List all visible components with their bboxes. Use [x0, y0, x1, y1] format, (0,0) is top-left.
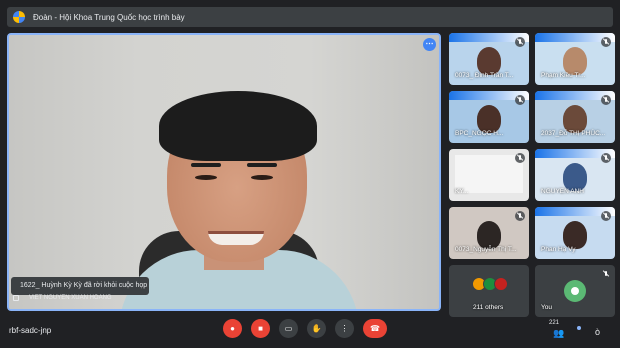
participant-name: Phan Hạ Vy	[541, 246, 576, 253]
pin-icon[interactable]	[13, 295, 19, 301]
mic-off-icon: ●	[230, 324, 235, 333]
participant-tile[interactable]: 0073_Nguyễn Thị T...	[449, 207, 529, 259]
participant-count-badge: 221	[549, 320, 560, 326]
more-options-icon[interactable]: ⋯	[423, 38, 436, 51]
participant-name: 0073_ Đinh Trần T...	[455, 72, 514, 79]
speaker-eye-left	[195, 175, 217, 180]
speaker-name-label: VIET NGUYEN XUAN HOANG	[29, 295, 112, 301]
phone-hangup-icon: ☎	[370, 324, 380, 333]
presentation-icon	[13, 11, 25, 23]
presentation-title: Đoàn - Hội Khoa Trung Quốc học trình bày	[33, 12, 185, 22]
mic-off-icon	[515, 211, 525, 221]
main-speaker-name: VIET NGUYEN XUAN HOANG	[13, 295, 112, 301]
main-video[interactable]: ⋯	[7, 33, 441, 311]
participant-photo	[563, 221, 587, 249]
participant-name: BPC_NGỌC H...	[455, 130, 504, 137]
participant-name: 2037_Đỗ THỊ PHÚC...	[541, 130, 606, 137]
participant-name: Phạm Kiều Tr...	[541, 72, 586, 79]
mic-off-icon	[601, 269, 611, 279]
camera-toggle-button[interactable]: ■	[251, 319, 270, 338]
presentation-banner: Đoàn - Hội Khoa Trung Quốc học trình bày	[7, 7, 613, 27]
mic-off-icon	[601, 37, 611, 47]
participant-photo	[563, 163, 587, 191]
mic-off-icon	[601, 95, 611, 105]
participant-tile[interactable]: Phạm Kiều Tr...	[535, 33, 615, 85]
speaker-mouth	[208, 231, 264, 245]
participant-tile[interactable]: NGUYEN ANH	[535, 149, 615, 201]
mic-off-icon	[515, 37, 525, 47]
participant-tile[interactable]: Phan Hạ Vy	[535, 207, 615, 259]
participant-tile[interactable]: 2037_Đỗ THỊ PHÚC...	[535, 91, 615, 143]
participant-photo	[477, 221, 501, 249]
hand-icon: ✋	[311, 324, 322, 333]
mic-off-icon	[601, 211, 611, 221]
participant-photo	[477, 47, 501, 75]
activity-dot	[577, 326, 581, 330]
speaker-brow-left	[191, 163, 221, 167]
self-label: You	[541, 304, 552, 311]
people-icon[interactable]: 👥	[553, 328, 564, 339]
meeting-code: rbf-sadc-jnp	[9, 326, 52, 335]
others-count: 211 others	[473, 304, 504, 311]
meet-window: Đoàn - Hội Khoa Trung Quốc học trình bày…	[0, 0, 620, 348]
participant-tile[interactable]: KY...	[449, 149, 529, 201]
captions-icon: ▭	[284, 324, 293, 333]
others-tile[interactable]: 211 others	[449, 265, 529, 317]
speaker-eye-right	[251, 175, 273, 180]
more-vert-icon: ⋮	[340, 324, 349, 333]
leave-notification: 1622_ Huỳnh Kỳ Kỳ đã rời khỏi cuộc họp	[11, 277, 149, 295]
avatar	[494, 277, 508, 291]
call-controls: ● ■ ▭ ✋ ⋮ ☎	[223, 319, 387, 338]
activities-icon[interactable]: ò	[595, 327, 600, 337]
speaker-hair	[159, 91, 317, 161]
participant-tile[interactable]: 0073_ Đinh Trần T...	[449, 33, 529, 85]
bottom-toolbar: rbf-sadc-jnp ● ■ ▭ ✋ ⋮ ☎ 221 👥 ò	[0, 315, 620, 348]
others-avatars	[472, 277, 508, 291]
raise-hand-button[interactable]: ✋	[307, 319, 326, 338]
participant-name: KY...	[455, 188, 469, 195]
speaker-brow-right	[247, 163, 277, 167]
self-avatar	[564, 280, 586, 302]
mic-off-icon	[601, 153, 611, 163]
participant-photo	[563, 105, 587, 133]
participant-tile[interactable]: BPC_NGỌC H...	[449, 91, 529, 143]
mic-toggle-button[interactable]: ●	[223, 319, 242, 338]
participant-name: NGUYEN ANH	[541, 188, 584, 195]
participant-photo	[477, 105, 501, 133]
more-options-button[interactable]: ⋮	[335, 319, 354, 338]
self-tile[interactable]: You	[535, 265, 615, 317]
mic-off-icon	[515, 95, 525, 105]
mic-off-icon	[515, 153, 525, 163]
camera-off-icon: ■	[258, 324, 263, 333]
participant-name: 0073_Nguyễn Thị T...	[455, 246, 517, 253]
participant-photo	[563, 47, 587, 75]
leave-call-button[interactable]: ☎	[363, 319, 387, 338]
captions-button[interactable]: ▭	[279, 319, 298, 338]
